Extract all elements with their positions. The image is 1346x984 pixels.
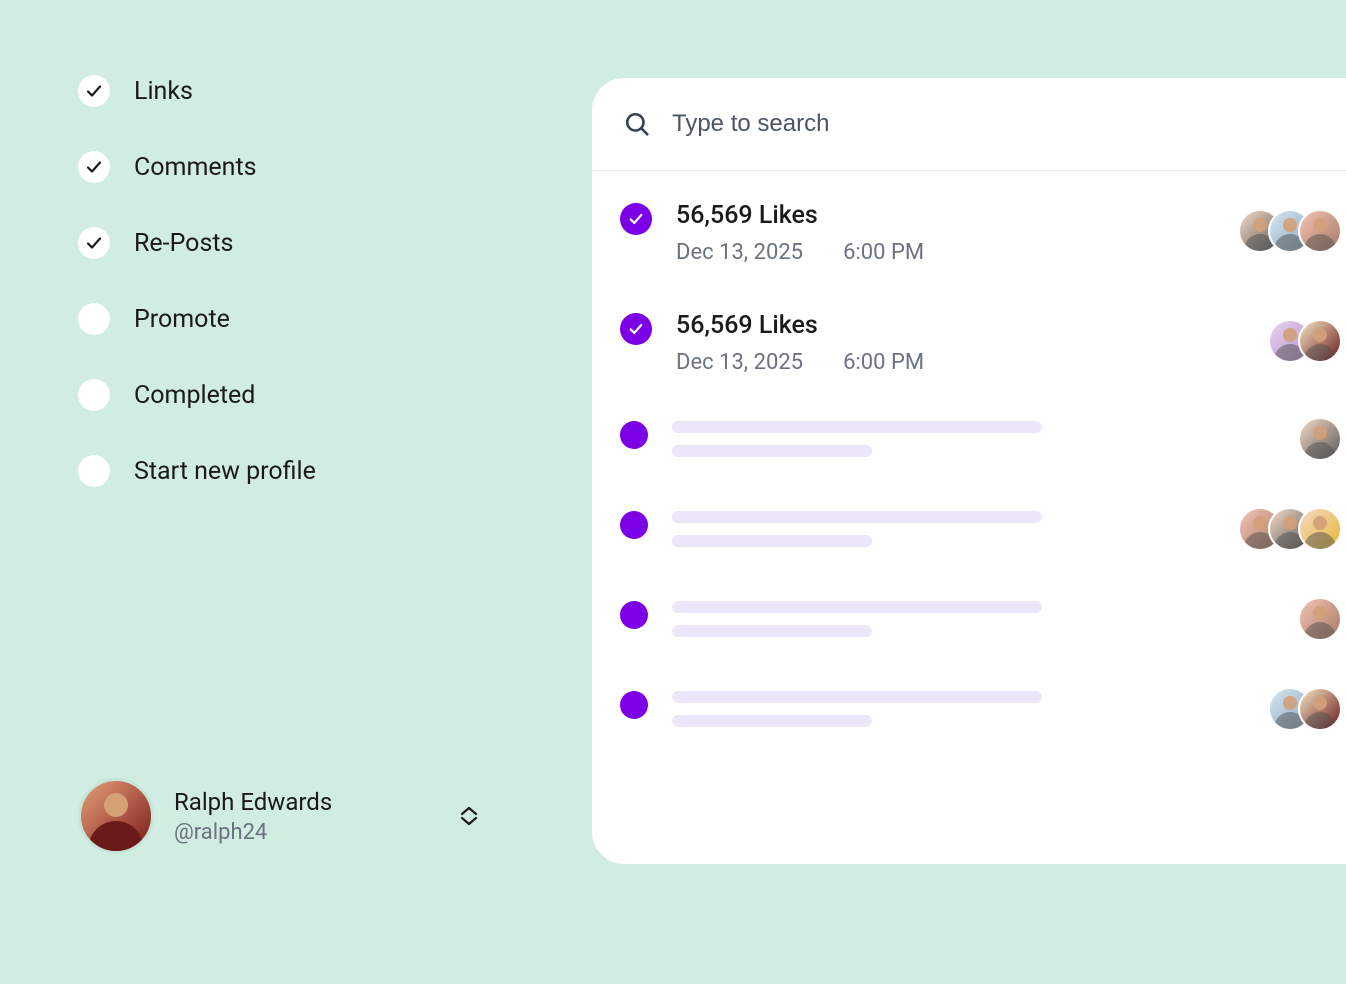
chevron-down-icon — [460, 816, 478, 826]
feed: 56,569 Likes Dec 13, 2025 6:00 PM 56,569… — [592, 171, 1346, 811]
check-icon — [86, 83, 102, 99]
feed-item[interactable]: 56,569 Likes Dec 13, 2025 6:00 PM — [620, 311, 1318, 375]
avatar-stack — [1268, 319, 1342, 363]
user-handle: @ralph24 — [174, 820, 440, 845]
skeleton-line — [672, 625, 872, 637]
check-icon — [629, 322, 643, 336]
checkbox-unchecked[interactable] — [78, 303, 110, 335]
sidebar-item-completed[interactable]: Completed — [78, 379, 478, 411]
search-bar — [592, 78, 1346, 171]
status-dot-checked — [620, 313, 652, 345]
search-input[interactable] — [672, 110, 1314, 138]
feed-item-placeholder — [620, 421, 1318, 457]
skeleton-line — [672, 601, 1042, 613]
sidebar-item-comments[interactable]: Comments — [78, 151, 478, 183]
avatar-stack — [1268, 687, 1342, 731]
skeleton-loader — [672, 421, 1042, 457]
feed-title: 56,569 Likes — [676, 201, 1318, 230]
check-icon — [629, 212, 643, 226]
skeleton-loader — [672, 601, 1042, 637]
feed-meta: Dec 13, 2025 6:00 PM — [676, 240, 1318, 265]
status-dot — [620, 691, 648, 719]
status-dot — [620, 421, 648, 449]
skeleton-loader — [672, 511, 1042, 547]
user-switcher-toggle[interactable] — [460, 806, 478, 826]
checkbox-checked[interactable] — [78, 151, 110, 183]
sidebar-item-label: Re-Posts — [134, 229, 233, 258]
avatar-stack — [1298, 417, 1342, 461]
skeleton-line — [672, 715, 872, 727]
checkbox-checked[interactable] — [78, 75, 110, 107]
avatar — [1298, 687, 1342, 731]
sidebar-item-label: Promote — [134, 305, 230, 334]
checkbox-unchecked[interactable] — [78, 455, 110, 487]
sidebar-item-reposts[interactable]: Re-Posts — [78, 227, 478, 259]
avatar — [1298, 597, 1342, 641]
feed-date: Dec 13, 2025 — [676, 240, 803, 265]
status-dot — [620, 601, 648, 629]
sidebar-item-label: Comments — [134, 153, 257, 182]
feed-time: 6:00 PM — [843, 350, 924, 375]
sidebar: Links Comments Re-Posts Promote Complete… — [78, 75, 478, 531]
skeleton-loader — [672, 691, 1042, 727]
skeleton-line — [672, 535, 872, 547]
search-icon — [624, 111, 650, 137]
sidebar-item-label: Links — [134, 77, 193, 106]
feed-title: 56,569 Likes — [676, 311, 1318, 340]
chevron-up-icon — [460, 806, 478, 816]
avatar — [1298, 319, 1342, 363]
sidebar-item-links[interactable]: Links — [78, 75, 478, 107]
skeleton-line — [672, 691, 1042, 703]
skeleton-line — [672, 511, 1042, 523]
check-icon — [86, 159, 102, 175]
status-dot — [620, 511, 648, 539]
feed-content: 56,569 Likes Dec 13, 2025 6:00 PM — [676, 311, 1318, 375]
avatar — [1298, 507, 1342, 551]
status-dot-checked — [620, 203, 652, 235]
feed-item-placeholder — [620, 601, 1318, 637]
user-name: Ralph Edwards — [174, 788, 440, 816]
avatar — [1298, 209, 1342, 253]
skeleton-line — [672, 445, 872, 457]
feed-meta: Dec 13, 2025 6:00 PM — [676, 350, 1318, 375]
avatar-stack — [1298, 597, 1342, 641]
feed-item[interactable]: 56,569 Likes Dec 13, 2025 6:00 PM — [620, 201, 1318, 265]
checkbox-unchecked[interactable] — [78, 379, 110, 411]
feed-item-placeholder — [620, 691, 1318, 727]
avatar-stack — [1238, 209, 1342, 253]
main-panel: 56,569 Likes Dec 13, 2025 6:00 PM 56,569… — [592, 78, 1346, 864]
user-info: Ralph Edwards @ralph24 — [174, 788, 440, 845]
user-card[interactable]: Ralph Edwards @ralph24 — [78, 778, 478, 854]
checkbox-checked[interactable] — [78, 227, 110, 259]
sidebar-item-label: Start new profile — [134, 457, 316, 486]
skeleton-line — [672, 421, 1042, 433]
avatar — [1298, 417, 1342, 461]
sidebar-item-start-new-profile[interactable]: Start new profile — [78, 455, 478, 487]
avatar-stack — [1238, 507, 1342, 551]
feed-date: Dec 13, 2025 — [676, 350, 803, 375]
feed-item-placeholder — [620, 511, 1318, 547]
sidebar-item-label: Completed — [134, 381, 255, 410]
feed-content: 56,569 Likes Dec 13, 2025 6:00 PM — [676, 201, 1318, 265]
sidebar-item-promote[interactable]: Promote — [78, 303, 478, 335]
feed-time: 6:00 PM — [843, 240, 924, 265]
avatar — [78, 778, 154, 854]
check-icon — [86, 235, 102, 251]
